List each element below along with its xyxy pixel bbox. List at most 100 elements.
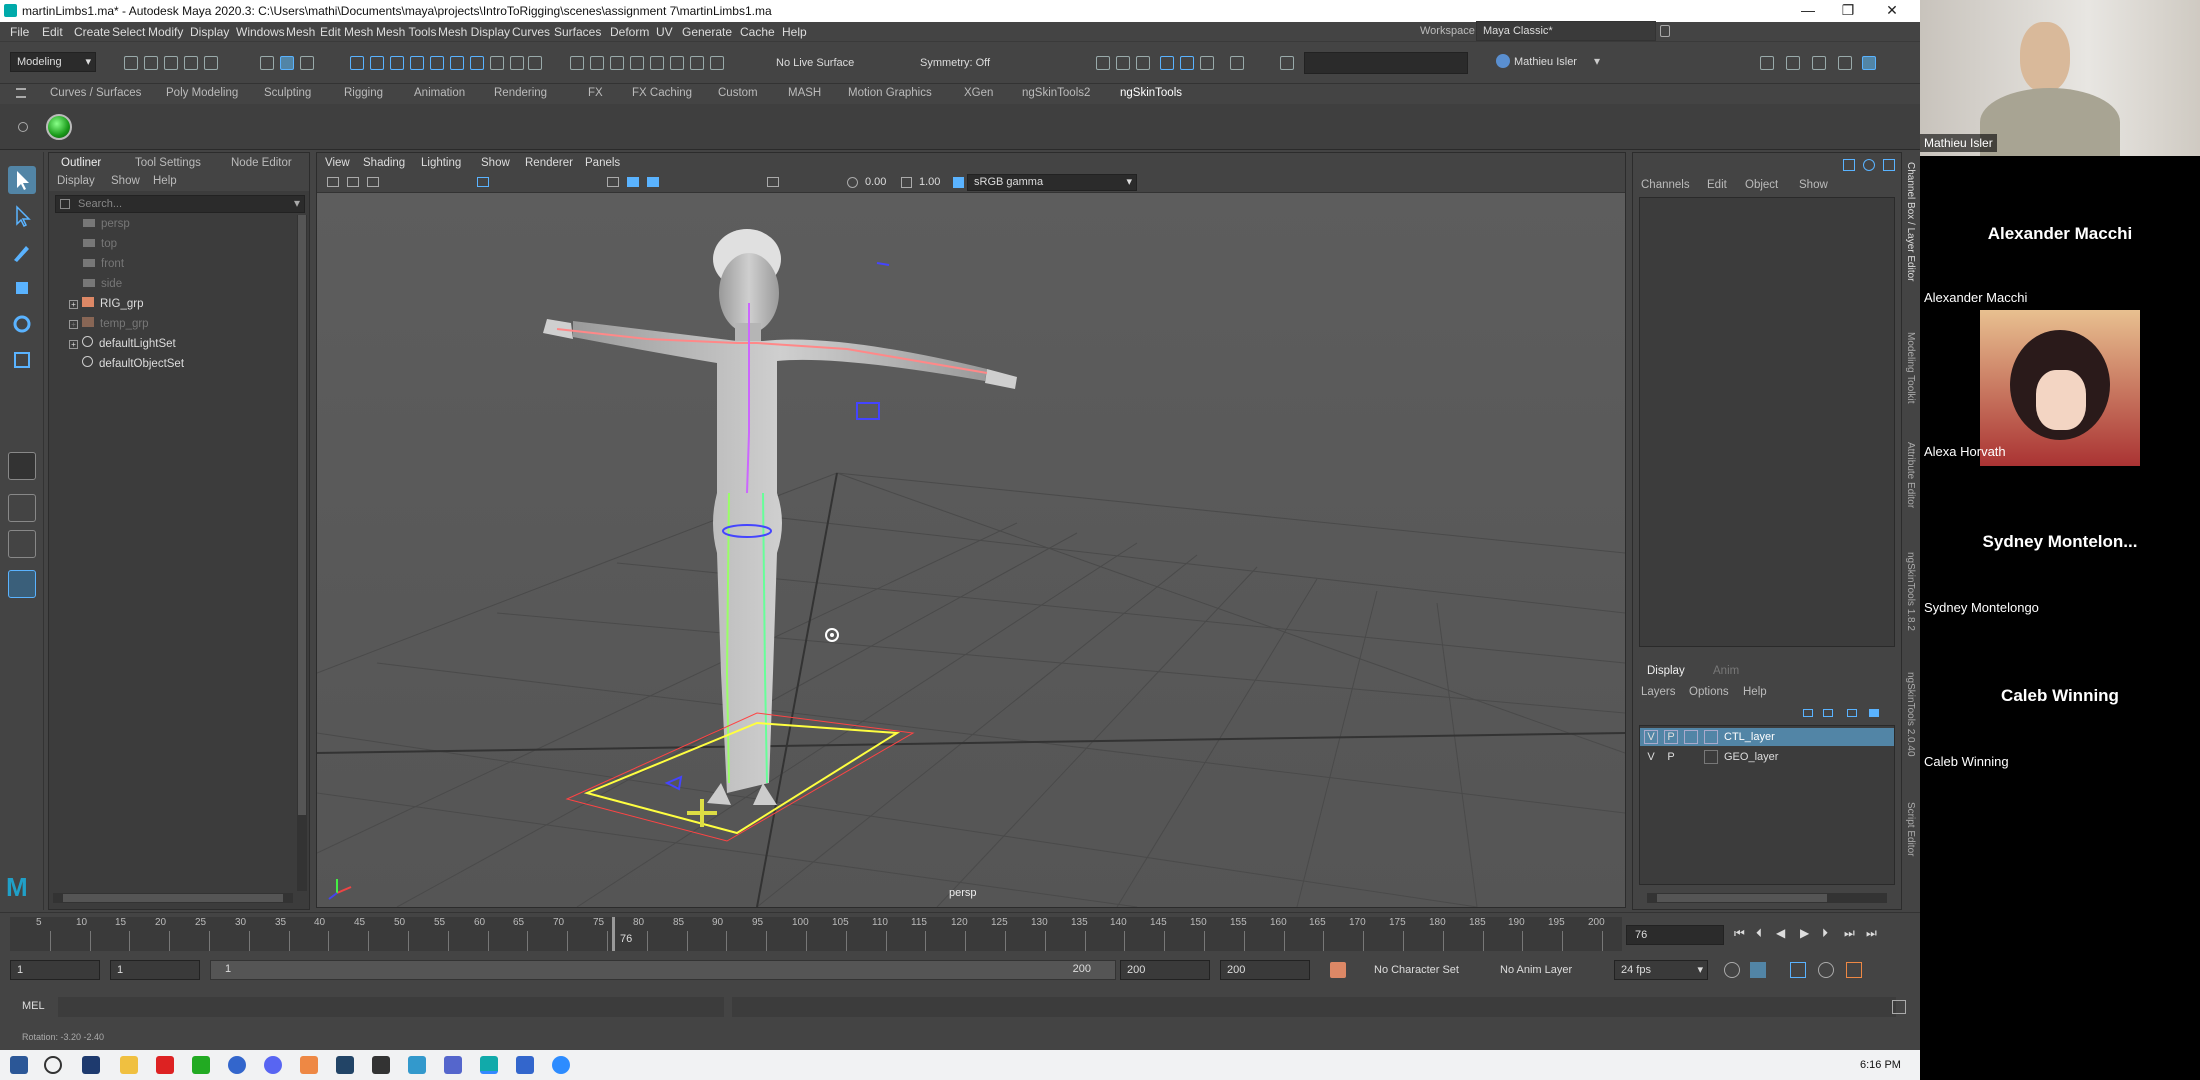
outliner-item-persp[interactable]: persp [83, 215, 130, 233]
shelf-tab-rendering[interactable]: Rendering [494, 87, 547, 99]
wireframe-icon[interactable] [607, 177, 619, 187]
lock-icon[interactable] [1660, 25, 1670, 37]
select-object-icon[interactable] [280, 56, 294, 70]
expand-icon[interactable]: + [69, 320, 78, 329]
render-settings-icon[interactable] [690, 56, 704, 70]
channel-menu-show[interactable]: Show [1799, 179, 1828, 191]
render-view-icon[interactable] [1096, 56, 1110, 70]
snap-point-icon[interactable] [390, 56, 404, 70]
layer-menu-options[interactable]: Options [1689, 686, 1729, 698]
menu-mesh-display[interactable]: Mesh Display [438, 25, 510, 39]
hypershade-icon[interactable] [710, 56, 724, 70]
expand-icon[interactable]: + [69, 340, 78, 349]
ipr-render-icon[interactable] [670, 56, 684, 70]
layer-menu-help[interactable]: Help [1743, 686, 1767, 698]
range-slider-bar[interactable]: 1 200 [210, 960, 1116, 980]
menu-windows[interactable]: Windows [236, 25, 285, 39]
tab-tool-settings[interactable]: Tool Settings [135, 157, 201, 169]
outliner-search-input[interactable]: Search... ▾ [55, 195, 305, 213]
start-icon[interactable] [10, 1056, 28, 1074]
menu-mesh-tools[interactable]: Mesh Tools [376, 25, 436, 39]
menu-select[interactable]: Select [112, 25, 145, 39]
new-layer-icon[interactable] [1847, 709, 1857, 717]
gamma-icon[interactable] [901, 177, 912, 188]
four-view-icon[interactable] [8, 494, 36, 522]
toggle-attribute-editor-icon[interactable] [1786, 56, 1800, 70]
xray-icon[interactable] [647, 177, 659, 187]
outliner-vertical-scrollbar[interactable] [297, 215, 307, 891]
menu-mesh[interactable]: Mesh [286, 25, 315, 39]
render-current-icon[interactable] [650, 56, 664, 70]
side-tab-script-editor[interactable]: Script Editor [1905, 802, 1916, 856]
step-back-key-icon[interactable]: ⏴ [1756, 926, 1762, 941]
viewport-scene[interactable] [317, 193, 1625, 907]
snap-curve-icon[interactable] [370, 56, 384, 70]
viewport-menu-view[interactable]: View [325, 157, 350, 169]
render-settings-2-icon[interactable] [1180, 56, 1194, 70]
playback-start-field[interactable]: 1 [110, 960, 200, 980]
ipr-icon[interactable] [1136, 56, 1150, 70]
layer-visibility-toggle[interactable]: V [1644, 748, 1658, 766]
toggle-channel-box-icon[interactable] [1838, 56, 1852, 70]
channel-menu-object[interactable]: Object [1745, 179, 1778, 191]
app-icon-1[interactable] [82, 1056, 100, 1074]
menu-modify[interactable]: Modify [148, 25, 183, 39]
menu-file[interactable]: File [10, 25, 29, 39]
snap-view-plane-icon[interactable] [410, 56, 424, 70]
file-explorer-icon[interactable] [120, 1056, 138, 1074]
symmetry-label[interactable]: Symmetry: Off [920, 57, 990, 69]
menu-surfaces[interactable]: Surfaces [554, 25, 601, 39]
viewport-menu-shading[interactable]: Shading [363, 157, 405, 169]
magnet-icon[interactable] [610, 56, 624, 70]
layer-row-geo[interactable]: V P GEO_layer [1640, 748, 1894, 766]
restore-button[interactable]: ❐ [1826, 0, 1870, 22]
chrome-icon[interactable] [228, 1056, 246, 1074]
app-icon-2[interactable] [300, 1056, 318, 1074]
app-icon-3[interactable] [336, 1056, 354, 1074]
layer-row-ctl[interactable]: V P CTL_layer [1640, 728, 1894, 746]
expand-icon[interactable]: + [69, 300, 78, 309]
outliner-menu-help[interactable]: Help [153, 175, 177, 187]
lock-selection-icon[interactable] [490, 56, 504, 70]
script-editor-icon[interactable] [1892, 1000, 1906, 1014]
save-scene-icon[interactable] [164, 56, 178, 70]
search-icon[interactable] [44, 1056, 62, 1074]
channel-box-list[interactable] [1639, 197, 1895, 647]
outliner-item-front[interactable]: front [83, 255, 124, 273]
outliner-item-default-object-set[interactable]: defaultObjectSet [82, 355, 184, 373]
live-surface-label[interactable]: No Live Surface [776, 57, 854, 69]
current-time-indicator[interactable] [612, 917, 615, 951]
workspace-select[interactable]: Maya Classic* [1476, 21, 1656, 41]
snap-live-icon[interactable] [430, 56, 444, 70]
step-back-frame-icon[interactable]: ◀ [1776, 926, 1785, 940]
app-icon-4[interactable] [372, 1056, 390, 1074]
tab-outliner[interactable]: Outliner [61, 157, 101, 169]
bookmark-icon[interactable] [347, 177, 359, 187]
outliner-item-top[interactable]: top [83, 235, 117, 253]
layer-scrollbar[interactable] [1647, 893, 1887, 903]
construction-history-icon[interactable] [528, 56, 542, 70]
anim-layer-select[interactable]: No Anim Layer [1500, 964, 1572, 976]
pause-icon[interactable] [1230, 56, 1244, 70]
image-plane-icon[interactable] [367, 177, 379, 187]
exposure-icon[interactable] [847, 177, 858, 188]
auto-key-icon[interactable] [1330, 962, 1346, 978]
close-button[interactable]: ✕ [1870, 0, 1914, 22]
shelf-tab-animation[interactable]: Animation [414, 87, 465, 99]
shelf-tab-sculpting[interactable]: Sculpting [264, 87, 311, 99]
whatsapp-icon[interactable] [192, 1056, 210, 1074]
channel-icon-3[interactable] [1883, 159, 1895, 171]
user-name[interactable]: Mathieu Isler [1514, 56, 1577, 68]
teams-icon[interactable] [444, 1056, 462, 1074]
maya-taskbar-icon[interactable] [480, 1056, 498, 1074]
tab-display-layers[interactable]: Display [1647, 665, 1685, 677]
ngskintools-icon[interactable] [46, 114, 72, 140]
paint-select-icon[interactable] [8, 238, 36, 266]
timer-icon[interactable] [1818, 962, 1834, 978]
layer-menu-layers[interactable]: Layers [1641, 686, 1676, 698]
highlight-selection-icon[interactable] [510, 56, 524, 70]
layer-name[interactable]: GEO_layer [1724, 748, 1778, 766]
user-chevron-icon[interactable]: ▾ [1594, 54, 1600, 68]
menu-create[interactable]: Create [74, 25, 110, 39]
quick-rename-field[interactable] [1304, 52, 1468, 74]
